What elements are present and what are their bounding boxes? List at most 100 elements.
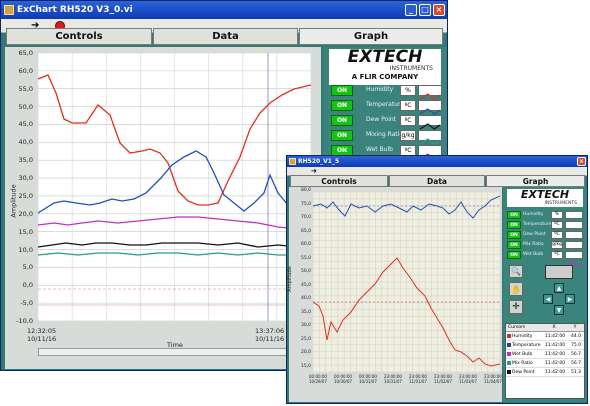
zoom-icon[interactable]: 🔍 [509, 265, 523, 278]
extech-logo: EXTECH INSTRUMENTS A FLIR COMPANY [329, 49, 441, 85]
tab-data[interactable]: Data [153, 28, 298, 45]
w2-color-swatch-2[interactable] [565, 231, 583, 246]
w1-on-button-3[interactable]: ON [331, 130, 353, 141]
w2-y-tick: 25,0 [300, 336, 311, 342]
tab-controls[interactable]: Controls [6, 28, 152, 45]
cursor-row[interactable]: Humidity 11:42:00 44.0 [506, 332, 584, 341]
arrow-up-icon[interactable]: ▲ [554, 283, 564, 293]
w2-x-tick-date: 11/01/07 [409, 379, 427, 384]
arrow-left-icon[interactable]: ◀ [543, 294, 553, 304]
title-bar-2[interactable]: RH520_V1_5 × [287, 156, 587, 167]
close-button[interactable]: × [433, 4, 445, 16]
w1-series-label-2: Dew Point [366, 116, 397, 123]
cursor-row[interactable]: Mix Ratio 11:42:00 56.7 [506, 359, 584, 368]
w1-y-tick: 60,0 [18, 66, 33, 75]
w2-unit-field-4: ºC [551, 251, 563, 259]
x-start-date: 10/11/16 [27, 335, 57, 343]
w1-color-swatch-2[interactable] [418, 115, 442, 130]
w2-color-swatch-3[interactable] [565, 241, 583, 256]
x-start-time: 12:32:05 [27, 327, 57, 335]
w2-color-swatch-1[interactable] [565, 221, 583, 236]
w2-color-swatch-0[interactable] [565, 211, 583, 226]
w1-y-tick: 30,0 [18, 174, 33, 183]
w2-on-button-0[interactable]: ON [507, 211, 521, 219]
run-arrow-icon-2[interactable]: ➔ [311, 167, 317, 175]
w1-series-label-4: Wet Bulb [366, 146, 393, 153]
title-bar[interactable]: ExChart RH520 V3_0.vi _ □ × [1, 1, 447, 19]
w2-series-label-1: Temperature [523, 222, 552, 227]
pan-hand-icon[interactable]: ✋ [509, 282, 523, 296]
arrow-right-icon[interactable]: ▶ [565, 294, 575, 304]
w2-on-button-1[interactable]: ON [507, 221, 521, 229]
chart-svg-2 [312, 191, 501, 373]
cursor-row[interactable]: Dew Point 11:42:00 51.3 [506, 368, 584, 377]
w1-on-button-2[interactable]: ON [331, 115, 353, 126]
x-end-date: 10/11/16 [255, 335, 285, 343]
w1-on-button-1[interactable]: ON [331, 100, 353, 111]
w2-y-tick: 55,0 [300, 255, 311, 261]
w1-unit-field-1: ºC [400, 100, 416, 111]
cursor-crosshair-icon[interactable]: ✛ [509, 300, 523, 314]
w1-series-label-3: Mixing Ratio [366, 131, 403, 138]
w2-y-tick: 35,0 [300, 309, 311, 315]
tab-data-2[interactable]: Data [389, 175, 485, 187]
cursor-marker-icon [507, 343, 511, 347]
cursor-table-header: Cursors X Y [506, 324, 584, 332]
cursor-row[interactable]: Wet Bulb 11:42:00 56.7 [506, 350, 584, 359]
w2-x-tick-date: 10/31/07 [359, 379, 377, 384]
w2-series-label-0: Humidity [523, 212, 544, 217]
w2-x-tick-date: 11/04/07 [484, 379, 502, 384]
w2-x-tick-date: 10/30/07 [334, 379, 352, 384]
w2-unit-field-0: % [551, 211, 563, 219]
tab-graph-2[interactable]: Graph [486, 175, 585, 187]
app-icon [4, 5, 14, 15]
w2-color-swatch-4[interactable] [565, 251, 583, 266]
x-end-time: 13:37:06 [255, 327, 285, 335]
printer-icon[interactable] [545, 265, 573, 279]
cursor-marker-icon [507, 370, 511, 374]
w2-on-button-3[interactable]: ON [507, 241, 521, 249]
w1-color-swatch-1[interactable] [418, 100, 442, 115]
w1-color-swatch-0[interactable] [418, 85, 442, 100]
chart-plot-area[interactable] [37, 52, 312, 322]
w2-x-tick-date: 11/02/07 [434, 379, 452, 384]
arrow-pad[interactable]: ▲ ◀ ▶ ▼ [543, 283, 575, 315]
w2-series-label-2: Dew Point [523, 232, 546, 237]
cursor-row[interactable]: Temperature 11:42:00 75.0 [506, 341, 584, 350]
w2-y-tick: 65,0 [300, 228, 311, 234]
cursor-marker-icon [507, 352, 511, 356]
w1-y-tick: 35,0 [18, 156, 33, 165]
window-title-2: RH520_V1_5 [298, 158, 340, 165]
tab-graph[interactable]: Graph [299, 28, 443, 45]
w2-unit-field-2: ºC [551, 231, 563, 239]
horizontal-scrollbar[interactable] [38, 348, 311, 356]
w2-y-tick: 20,0 [300, 350, 311, 356]
w1-y-tick: 65,0 [18, 49, 33, 57]
w2-y-tick: 15,0 [300, 364, 311, 369]
second-window: RH520_V1_5 × ➔ Controls Data Graph Ampli… [286, 155, 588, 404]
close-button-2[interactable]: × [577, 157, 586, 166]
chart-plot-area-2[interactable] [312, 191, 501, 373]
w1-y-tick: 45,0 [18, 120, 33, 129]
w2-y-tick: 30,0 [300, 323, 311, 329]
cursor-table: Cursors X Y Humidity 11:42:00 44.0 Tempe… [505, 323, 585, 399]
w2-y-tick: 60,0 [300, 242, 311, 248]
w1-y-tick: 20,0 [18, 209, 33, 218]
arrow-down-icon[interactable]: ▼ [554, 305, 564, 315]
maximize-button[interactable]: □ [419, 4, 431, 16]
w1-y-tick: -10,0 [16, 317, 33, 325]
w1-y-tick: 25,0 [18, 191, 33, 200]
w1-unit-field-3: g/kg [400, 130, 416, 141]
w1-on-button-0[interactable]: ON [331, 85, 353, 96]
w2-y-tick: 80,0 [300, 188, 311, 193]
minimize-button[interactable]: _ [405, 4, 417, 16]
chart-svg [37, 52, 312, 322]
w2-x-tick-date: 10/29/07 [309, 379, 327, 384]
w2-on-button-2[interactable]: ON [507, 231, 521, 239]
w1-series-label-1: Temperature [366, 101, 405, 108]
tab-controls-2[interactable]: Controls [290, 175, 388, 187]
w2-on-button-4[interactable]: ON [507, 251, 521, 259]
w1-color-swatch-3[interactable] [418, 130, 442, 145]
side-panel-2: EXTECH INSTRUMENTS ON Humidity % ON Temp… [503, 187, 587, 402]
w2-y-tick: 45,0 [300, 282, 311, 288]
